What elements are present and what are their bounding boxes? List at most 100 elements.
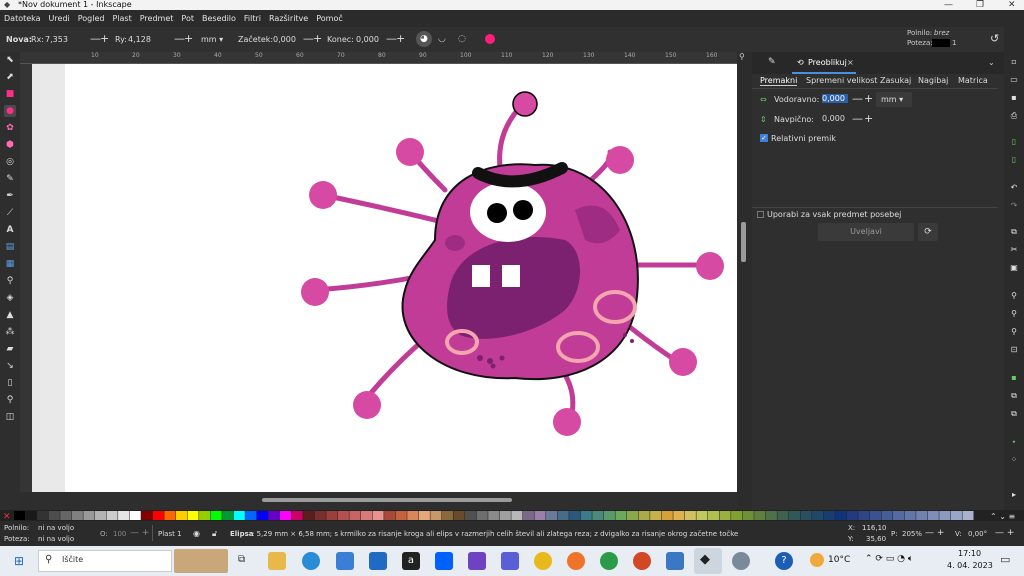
palette-swatch[interactable]	[522, 511, 534, 520]
zoom-page-icon[interactable]: ⚲	[1009, 327, 1019, 337]
vertical-plus-button[interactable]: +	[864, 112, 873, 125]
palette-swatch[interactable]	[603, 511, 615, 520]
rx-plus-button[interactable]: +	[100, 32, 109, 46]
edge-icon[interactable]	[302, 552, 320, 570]
close-tab-icon[interactable]: ×	[847, 58, 854, 67]
temperature[interactable]: 10°C	[828, 555, 850, 565]
palette-swatch[interactable]	[627, 511, 639, 520]
palette-swatch[interactable]	[742, 511, 754, 520]
reset-icon[interactable]: ⟳	[918, 223, 938, 241]
palette-swatch[interactable]	[615, 511, 627, 520]
palette-swatch[interactable]	[800, 511, 812, 520]
palette-swatch[interactable]	[788, 511, 801, 520]
pages-tool-icon[interactable]: ▯	[4, 377, 16, 389]
text-tool-icon[interactable]: A	[4, 224, 16, 236]
duplicate-icon[interactable]: ▪	[1009, 373, 1019, 383]
menu-extensions[interactable]: Razširitve	[265, 10, 312, 27]
firefox-icon[interactable]	[567, 552, 585, 570]
palette-swatch[interactable]	[360, 511, 373, 520]
start-plus-button[interactable]: +	[313, 32, 322, 46]
paste-icon[interactable]: ▣	[1009, 263, 1019, 273]
end-plus-button[interactable]: +	[396, 32, 405, 46]
palette-swatch[interactable]	[222, 511, 234, 520]
rx-input[interactable]	[45, 33, 85, 46]
palette-swatch[interactable]	[719, 511, 731, 520]
palette-swatch[interactable]	[650, 511, 662, 520]
menu-filters[interactable]: Filtri	[240, 10, 265, 27]
mesh-tool-icon[interactable]: ▦	[4, 258, 16, 270]
notifications-icon[interactable]: ▭	[1000, 553, 1010, 566]
palette-swatch[interactable]	[106, 511, 118, 520]
palette-swatch[interactable]	[476, 511, 488, 520]
horizontal-minus-button[interactable]: —	[852, 92, 863, 105]
copy-icon[interactable]: ⧉	[1009, 227, 1019, 237]
canvas[interactable]	[32, 64, 737, 492]
palette-swatch[interactable]	[511, 511, 523, 520]
rectangle-tool-icon[interactable]: ■	[4, 88, 16, 100]
palette-swatch[interactable]	[592, 511, 604, 520]
page[interactable]	[65, 64, 737, 492]
node-tool-icon[interactable]: ⬈	[4, 71, 16, 83]
palette-swatch[interactable]	[256, 511, 268, 520]
palette-swatch[interactable]	[707, 511, 720, 520]
menu-edit[interactable]: Uredi	[45, 10, 74, 27]
palette-swatch[interactable]	[881, 511, 893, 520]
palette-swatch[interactable]	[950, 511, 962, 520]
palette-swatch[interactable]	[418, 511, 430, 520]
palette-swatch[interactable]	[141, 511, 153, 520]
palette-swatch[interactable]	[441, 511, 454, 520]
ry-plus-button[interactable]: +	[184, 32, 193, 46]
star-tool-icon[interactable]: ✿	[4, 122, 16, 134]
palette-swatch[interactable]	[48, 511, 60, 520]
arc-icon[interactable]: ◌	[458, 34, 466, 44]
segment-icon[interactable]: ◡	[438, 34, 446, 44]
zoom-corner-icon[interactable]: ⚲	[739, 52, 745, 61]
palette-swatch[interactable]	[835, 511, 847, 520]
maximize-icon[interactable]: ❐	[976, 0, 984, 10]
group-icon[interactable]: ⬩	[1009, 437, 1019, 447]
subtab-skew[interactable]: Nagibaj	[918, 76, 948, 85]
palette-swatch[interactable]	[465, 511, 477, 520]
monster-illustration[interactable]	[65, 64, 737, 492]
palette-swatch[interactable]	[696, 511, 708, 520]
import-icon[interactable]: ▯	[1009, 137, 1019, 147]
amazon-icon[interactable]: a	[402, 552, 420, 570]
palette-swatch[interactable]	[210, 511, 222, 520]
separately-checkbox[interactable]	[757, 211, 764, 218]
palette-swatch[interactable]	[83, 511, 95, 520]
ungroup-icon[interactable]: ⁘	[1009, 455, 1019, 465]
palette-swatch[interactable]	[673, 511, 685, 520]
menu-view[interactable]: Pogled	[74, 10, 109, 27]
ry-input[interactable]	[128, 33, 168, 46]
save-icon[interactable]: ▪	[1009, 93, 1019, 103]
no-paint-swatch[interactable]: ✕	[3, 512, 11, 522]
weather-icon[interactable]	[810, 553, 824, 567]
opacity-stepper[interactable]: — +	[130, 528, 149, 538]
menu-file[interactable]: Datoteka	[0, 10, 45, 27]
palette-swatch[interactable]	[164, 511, 176, 520]
opacity-value[interactable]: 100	[113, 530, 126, 538]
palette-swatch[interactable]	[823, 511, 835, 520]
vscroll-thumb[interactable]	[741, 222, 746, 262]
palette-swatch[interactable]	[60, 511, 72, 520]
palette-swatch[interactable]	[314, 511, 326, 520]
palette-swatch[interactable]	[25, 511, 37, 520]
palette-swatch[interactable]	[684, 511, 696, 520]
cut-icon[interactable]: ✂	[1009, 245, 1019, 255]
unit-select[interactable]: mm ▾	[201, 33, 223, 46]
undo-command-icon[interactable]: ↶	[1009, 183, 1019, 193]
apply-button[interactable]: Uveljavi	[818, 223, 914, 241]
palette-swatch[interactable]	[569, 511, 581, 520]
zoom-fit-icon[interactable]: ⊡	[1009, 345, 1019, 355]
spiral-tool-icon[interactable]: ◎	[4, 156, 16, 168]
horizontal-ruler[interactable]: 10 20 30 40 50 60 70 80 90 100 110 120 1…	[20, 52, 737, 64]
panel-unit-select[interactable]: mm ▾	[876, 92, 912, 107]
palette-swatch[interactable]	[488, 511, 500, 520]
windows-start-icon[interactable]: ⊞	[14, 554, 24, 568]
new-document-icon[interactable]: ▫	[1009, 57, 1019, 67]
palette-swatch[interactable]	[846, 511, 858, 520]
gradient-tool-icon[interactable]: ▤	[4, 241, 16, 253]
palette-swatch[interactable]	[337, 511, 349, 520]
palette-swatch[interactable]	[765, 511, 777, 520]
vertical-input[interactable]	[822, 114, 848, 123]
